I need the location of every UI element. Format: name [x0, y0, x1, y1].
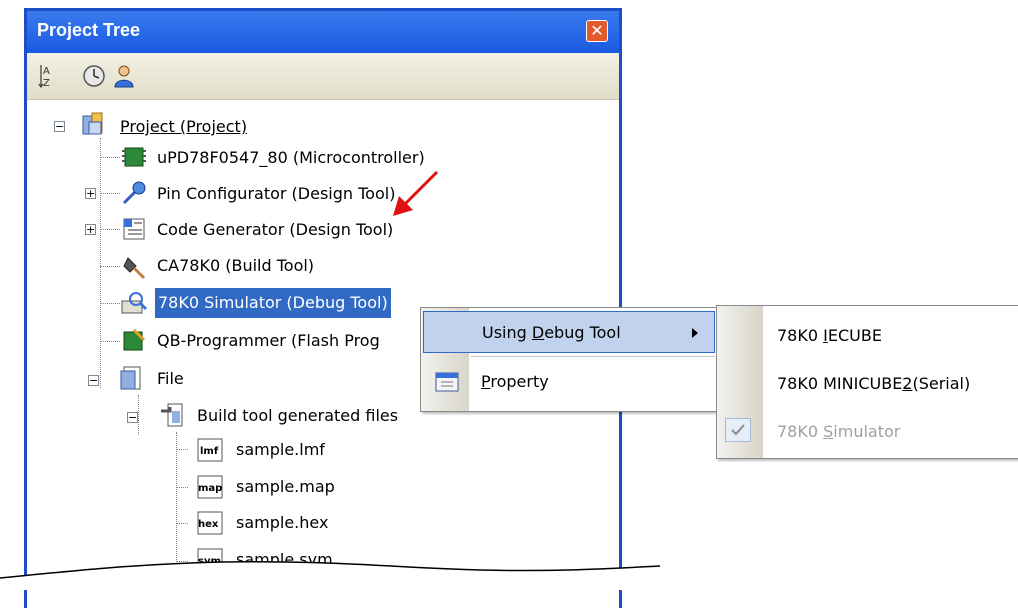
menu-item-using-debug-tool[interactable]: Using Debug Tool: [423, 311, 715, 353]
tree-line: [176, 432, 177, 562]
folder-icon: [120, 366, 141, 390]
expand-toggle[interactable]: +: [85, 224, 96, 235]
tree-line: [100, 266, 120, 267]
tree-line: [176, 487, 188, 488]
hammer-icon: [123, 257, 146, 280]
menu-item-minicube2[interactable]: 78K0 MINICUBE2(Serial): [719, 362, 1015, 402]
tree-item-label: sample.lmf: [236, 440, 325, 459]
microcontroller-icon: [122, 147, 146, 167]
menu-item-label: Using Debug Tool: [482, 323, 621, 342]
close-icon[interactable]: ✕: [586, 20, 608, 42]
tree-item-label: sample.map: [236, 477, 335, 496]
simulator-icon: [121, 292, 148, 314]
checkmark-icon: [725, 418, 751, 442]
context-menu: Using Debug Tool Property: [420, 307, 720, 412]
sort-az-icon[interactable]: A Z: [37, 63, 63, 89]
svg-text:hex: hex: [198, 519, 219, 530]
tree-item-label: QB-Programmer (Flash Prog: [157, 331, 380, 350]
svg-text:A: A: [43, 66, 50, 77]
user-icon[interactable]: [111, 63, 137, 89]
svg-text:Z: Z: [43, 78, 50, 89]
tree-item-label: Code Generator (Design Tool): [157, 220, 394, 239]
menu-item-property[interactable]: Property: [423, 360, 715, 406]
tree-line: [176, 523, 188, 524]
collapse-toggle[interactable]: −: [127, 412, 138, 423]
code-generator-icon: [123, 218, 145, 240]
menu-item-label: 78K0 Simulator: [777, 422, 901, 441]
tree-line: [100, 138, 101, 388]
panel-titlebar: Project Tree ✕: [27, 11, 619, 53]
tree-line: [176, 449, 188, 450]
panel-title: Project Tree: [37, 20, 141, 40]
tree-item-label: File: [157, 369, 184, 388]
flash-programmer-icon: [123, 328, 146, 351]
collapse-toggle[interactable]: −: [88, 375, 99, 386]
property-icon: [435, 372, 459, 392]
hex-file-icon: hex: [197, 511, 223, 535]
menu-item-label: Property: [481, 372, 549, 391]
collapse-toggle[interactable]: −: [54, 121, 65, 132]
debug-tool-submenu: 78K0 IECUBE 78K0 MINICUBE2(Serial) 78K0 …: [716, 305, 1018, 459]
tree-item-debug-tool[interactable]: 78K0 Simulator (Debug Tool): [155, 288, 391, 318]
svg-text:lmf: lmf: [200, 446, 219, 457]
submenu-arrow-icon: [692, 328, 698, 338]
tree-item-label: Pin Configurator (Design Tool): [157, 184, 396, 203]
tree-item-label: Build tool generated files: [197, 406, 399, 425]
map-file-icon: map: [197, 475, 223, 499]
svg-text:map: map: [198, 483, 222, 494]
menu-item-simulator: 78K0 Simulator: [719, 410, 1015, 450]
tree-item-label: sample.hex: [236, 513, 329, 532]
tree-line: [100, 193, 120, 194]
expand-toggle[interactable]: +: [85, 188, 96, 199]
menu-item-iecube[interactable]: 78K0 IECUBE: [719, 314, 1015, 354]
toolbar: A Z: [27, 53, 619, 100]
menu-item-label: 78K0 IECUBE: [777, 326, 882, 345]
tree-item-label: CA78K0 (Build Tool): [157, 256, 315, 275]
clock-icon[interactable]: [81, 63, 107, 89]
menu-item-label: 78K0 MINICUBE2(Serial): [777, 374, 971, 393]
generated-files-icon: [161, 403, 183, 427]
pin-configurator-icon: [122, 181, 146, 205]
tree-line: [100, 229, 120, 230]
lmf-file-icon: lmf: [197, 438, 223, 462]
project-icon: [82, 112, 103, 135]
torn-edge: [0, 560, 660, 590]
menu-separator: [471, 356, 715, 357]
annotation-arrow-icon: [393, 170, 439, 216]
tree-line: [100, 303, 120, 304]
tree-line: [138, 395, 139, 435]
tree-line: [100, 157, 120, 158]
tree-item-label: Project (Project): [120, 117, 248, 136]
tree-item-label: 78K0 Simulator (Debug Tool): [158, 293, 388, 312]
tree-line: [100, 341, 120, 342]
